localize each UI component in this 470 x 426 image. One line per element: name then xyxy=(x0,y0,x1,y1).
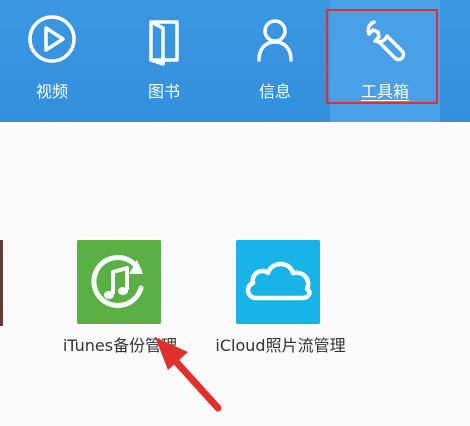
book-icon xyxy=(149,20,179,66)
nav-item-books[interactable]: 图书 xyxy=(124,0,204,122)
top-nav-bar: 视频 图书 信息 工具箱 xyxy=(0,0,470,122)
nav-item-video[interactable]: 视频 xyxy=(12,0,92,122)
nav-item-info[interactable]: 信息 xyxy=(235,0,315,122)
itunes-backup-icon xyxy=(77,240,161,324)
app-label-itunes-backup: iTunes备份管理 xyxy=(62,336,178,355)
window-edge-mark xyxy=(0,240,3,326)
person-icon xyxy=(257,19,293,62)
nav-label-video: 视频 xyxy=(35,82,68,101)
app-tile-icloud-photostream[interactable]: iCloud照片流管理 xyxy=(198,240,363,360)
play-circle-icon xyxy=(28,15,76,63)
app-label-icloud-photostream: iCloud照片流管理 xyxy=(215,336,346,355)
nav-label-books: 图书 xyxy=(147,82,180,101)
nav-label-info: 信息 xyxy=(258,82,291,101)
icloud-icon xyxy=(236,240,320,324)
nav-label-toolbox: 工具箱 xyxy=(360,82,409,101)
wrench-icon xyxy=(366,20,406,62)
nav-item-toolbox[interactable]: 工具箱 xyxy=(330,0,440,122)
app-tile-itunes-backup[interactable]: iTunes备份管理 xyxy=(40,240,200,360)
